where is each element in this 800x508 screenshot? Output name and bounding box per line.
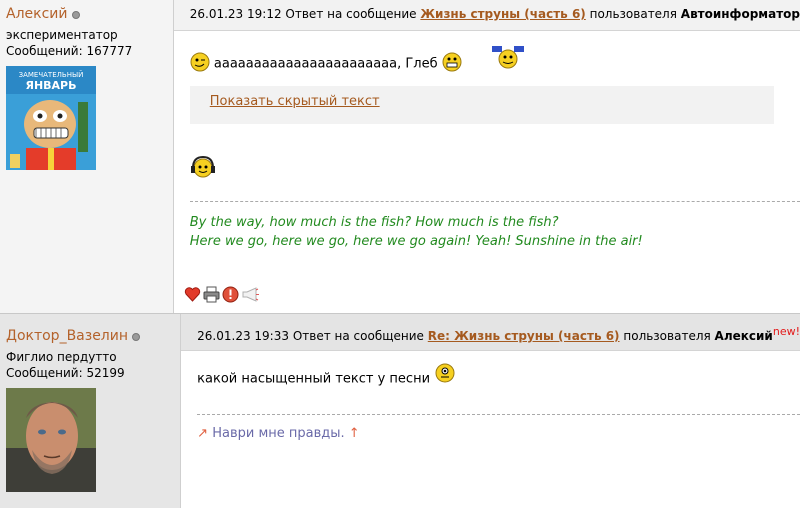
author-name-link[interactable]: Алексий: [6, 6, 68, 22]
signature: By the way, how much is the fish? How mu…: [190, 213, 643, 251]
winking-smiley-icon: [190, 52, 210, 76]
cyclops-smiley-icon: [434, 362, 456, 388]
post-toolbar: [184, 286, 259, 303]
show-hidden-text-link[interactable]: Показать скрытый текст: [210, 94, 380, 109]
author-title: Фиглио пердутто: [6, 350, 117, 364]
heart-icon[interactable]: [184, 286, 201, 303]
post-date: 26.01.23 19:12: [189, 7, 282, 21]
author-title: экспериментатор: [6, 28, 118, 42]
author-sidebar: Алексий экспериментатор Сообщений: 16777…: [0, 0, 174, 313]
post-text-line: ааааааааааааааааааааааа, Глеб: [190, 46, 800, 76]
author-message-count: Сообщений: 52199: [6, 366, 125, 380]
offline-status-icon: [132, 332, 141, 341]
spoiler-box: Показать скрытый текст: [189, 86, 774, 124]
headphones-smiley-icon: [190, 155, 800, 184]
reply-user: Автоинформатор: [680, 7, 800, 21]
new-badge: new!: [772, 325, 800, 338]
post-header: 26.01.23 19:33 Ответ на сообщение Re: Жи…: [181, 314, 800, 351]
post-text: какой насыщенный текст у песни: [197, 371, 431, 387]
megaphone-icon[interactable]: [241, 286, 259, 303]
user-prefix: пользователя: [623, 329, 711, 343]
signature-divider: [189, 201, 800, 202]
signature: ↗ Наври мне правды. ↑: [197, 426, 360, 441]
post: Алексий экспериментатор Сообщений: 16777…: [0, 0, 800, 314]
signature-line: By the way, how much is the fish? How mu…: [189, 215, 559, 230]
post-body: 26.01.23 19:12 Ответ на сообщение Жизнь …: [173, 0, 800, 313]
author-name-link[interactable]: Доктор_Вазелин: [6, 328, 128, 344]
alert-icon[interactable]: [222, 286, 239, 303]
author-message-count: Сообщений: 167777: [6, 44, 133, 58]
dancing-smiley-icon: [490, 44, 526, 74]
reply-user: Алексий: [714, 329, 773, 343]
post-text: ааааааааааааааааааааааа, Глеб: [213, 56, 438, 72]
post-text-line: какой насыщенный текст у песни: [197, 363, 800, 388]
author-sidebar: Доктор_Вазелин Фиглио пердутто Сообщений…: [0, 314, 182, 508]
user-prefix: пользователя: [589, 7, 677, 21]
avatar[interactable]: ЗАМЕЧАТЕЛЬНЫЙ ЯНВАРЬ: [6, 66, 96, 170]
post-date: 26.01.23 19:33: [197, 329, 289, 343]
reply-prefix: Ответ на сообщение: [285, 7, 417, 21]
post-header: 26.01.23 19:12 Ответ на сообщение Жизнь …: [173, 0, 800, 31]
post-body: 26.01.23 19:33 Ответ на сообщение Re: Жи…: [181, 314, 800, 508]
post: Доктор_Вазелин Фиглио пердутто Сообщений…: [0, 314, 800, 508]
avatar-caption: ЗАМЕЧАТЕЛЬНЫЙ: [19, 70, 84, 79]
svg-text:ЯНВАРЬ: ЯНВАРЬ: [25, 79, 76, 92]
reply-prefix: Ответ на сообщение: [292, 329, 424, 343]
offline-status-icon: [71, 10, 80, 19]
reply-to-link[interactable]: Re: Жизнь струны (часть 6): [428, 329, 620, 343]
arrow-icon: ↗: [197, 426, 209, 441]
signature-divider: [197, 414, 800, 415]
reply-to-link[interactable]: Жизнь струны (часть 6): [420, 7, 585, 21]
signature-line: Here we go, here we go, here we go again…: [189, 234, 643, 249]
printer-icon[interactable]: [203, 286, 220, 303]
up-arrow-icon: ↑: [348, 426, 360, 441]
avatar[interactable]: [6, 388, 96, 492]
grinning-smiley-icon: [442, 52, 462, 76]
signature-text: Наври мне правды.: [212, 426, 345, 441]
